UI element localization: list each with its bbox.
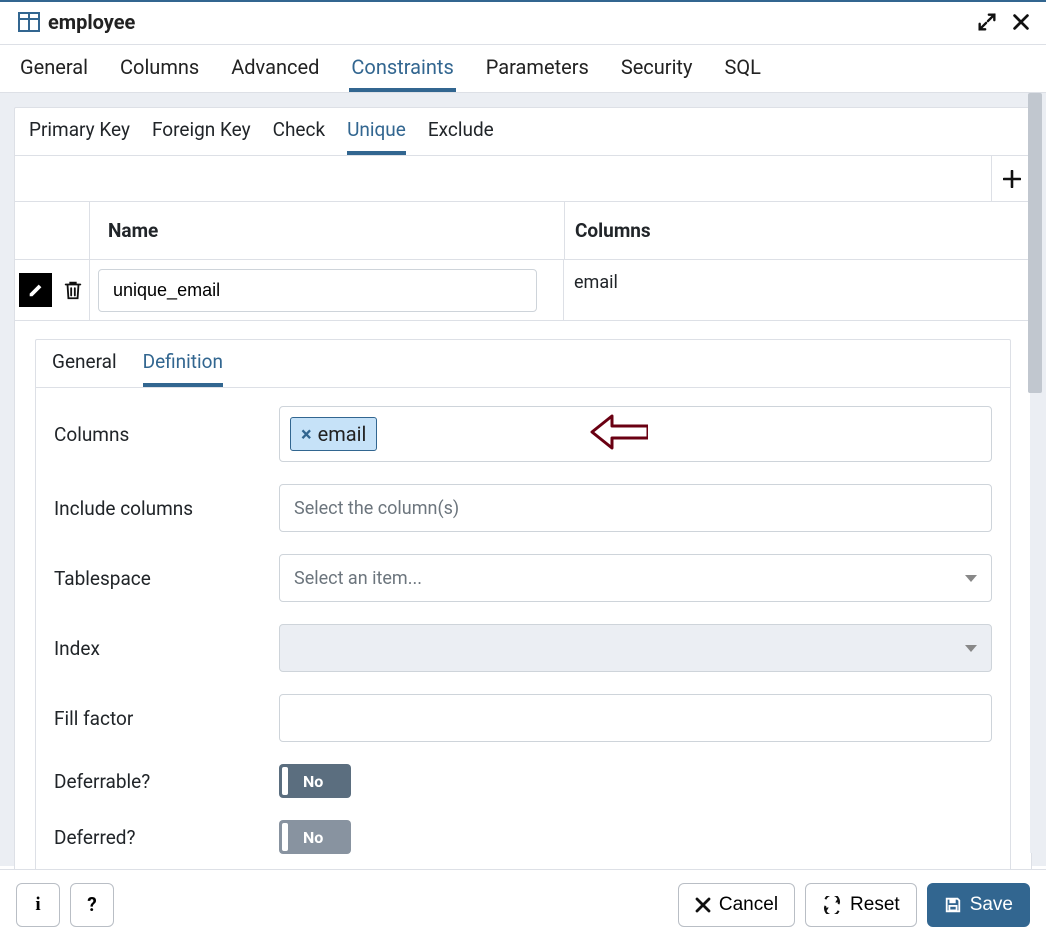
- chevron-down-icon: [965, 645, 977, 652]
- include-columns-select[interactable]: Select the column(s): [279, 484, 992, 532]
- constraint-name-input[interactable]: [98, 269, 537, 312]
- tab-constraints[interactable]: Constraints: [349, 45, 455, 92]
- tab-advanced[interactable]: Advanced: [229, 45, 321, 92]
- tab-security[interactable]: Security: [619, 45, 695, 92]
- tablespace-placeholder: Select an item...: [294, 568, 422, 589]
- deferred-toggle: No: [279, 820, 351, 854]
- deferrable-label: Deferrable?: [54, 770, 279, 793]
- columns-select[interactable]: × email: [279, 406, 992, 462]
- cancel-button[interactable]: Cancel: [678, 883, 795, 927]
- help-button[interactable]: ?: [70, 883, 114, 927]
- tab-columns[interactable]: Columns: [118, 45, 201, 92]
- close-icon: [695, 897, 711, 913]
- content-area: Primary Key Foreign Key Check Unique Exc…: [0, 93, 1046, 866]
- table-icon: [18, 12, 40, 32]
- include-columns-label: Include columns: [54, 497, 279, 520]
- tab-sql[interactable]: SQL: [722, 45, 762, 92]
- constraint-detail-panel: General Definition Columns × email: [35, 339, 1011, 883]
- header-columns: Columns: [564, 202, 1031, 259]
- reset-icon: [822, 896, 842, 914]
- fill-factor-input[interactable]: [279, 694, 992, 742]
- detail-tabs: General Definition: [36, 340, 1010, 388]
- include-placeholder: Select the column(s): [294, 498, 459, 519]
- expand-icon[interactable]: [976, 11, 998, 33]
- constraint-columns-cell: email: [563, 260, 1031, 320]
- save-icon: [944, 896, 962, 914]
- info-button[interactable]: i: [16, 883, 60, 927]
- subtab-foreign-key[interactable]: Foreign Key: [152, 108, 251, 155]
- reset-button[interactable]: Reset: [805, 883, 917, 927]
- column-tag-label: email: [318, 422, 367, 446]
- annotation-arrow-icon: [590, 414, 648, 454]
- remove-tag-icon[interactable]: ×: [301, 422, 312, 446]
- tab-general[interactable]: General: [18, 45, 90, 92]
- index-label: Index: [54, 637, 279, 660]
- vertical-scrollbar[interactable]: [1030, 93, 1044, 853]
- subtab-exclude[interactable]: Exclude: [428, 108, 494, 155]
- scrollbar-thumb[interactable]: [1028, 93, 1042, 393]
- detailtab-general[interactable]: General: [52, 340, 117, 387]
- deferrable-toggle[interactable]: No: [279, 764, 351, 798]
- column-tag: × email: [290, 417, 377, 451]
- add-row-button[interactable]: [991, 156, 1031, 201]
- subtab-primary-key[interactable]: Primary Key: [29, 108, 130, 155]
- grid-row: email: [15, 260, 1031, 321]
- constraints-panel: Primary Key Foreign Key Check Unique Exc…: [14, 107, 1032, 902]
- header-name: Name: [89, 202, 564, 259]
- dialog-footer: i ? Cancel Reset Save: [0, 869, 1046, 939]
- chevron-down-icon: [965, 575, 977, 582]
- subtab-check[interactable]: Check: [273, 108, 325, 155]
- subtab-unique[interactable]: Unique: [347, 108, 406, 155]
- grid-toolbar: [15, 156, 1031, 202]
- dialog-title: employee: [48, 10, 135, 34]
- main-tabs: General Columns Advanced Constraints Par…: [0, 45, 1046, 93]
- tablespace-label: Tablespace: [54, 567, 279, 590]
- deferred-label: Deferred?: [54, 826, 279, 849]
- tab-parameters[interactable]: Parameters: [484, 45, 591, 92]
- index-select[interactable]: [279, 624, 992, 672]
- detailtab-definition[interactable]: Definition: [143, 340, 223, 387]
- delete-row-button[interactable]: [56, 273, 89, 307]
- titlebar: employee: [0, 2, 1046, 45]
- constraint-type-tabs: Primary Key Foreign Key Check Unique Exc…: [15, 108, 1031, 156]
- columns-label: Columns: [54, 423, 279, 446]
- close-icon[interactable]: [1010, 11, 1032, 33]
- fill-factor-label: Fill factor: [54, 707, 279, 730]
- edit-row-button[interactable]: [19, 273, 52, 307]
- tablespace-select[interactable]: Select an item...: [279, 554, 992, 602]
- save-button[interactable]: Save: [927, 883, 1030, 927]
- grid-header: Name Columns: [15, 202, 1031, 260]
